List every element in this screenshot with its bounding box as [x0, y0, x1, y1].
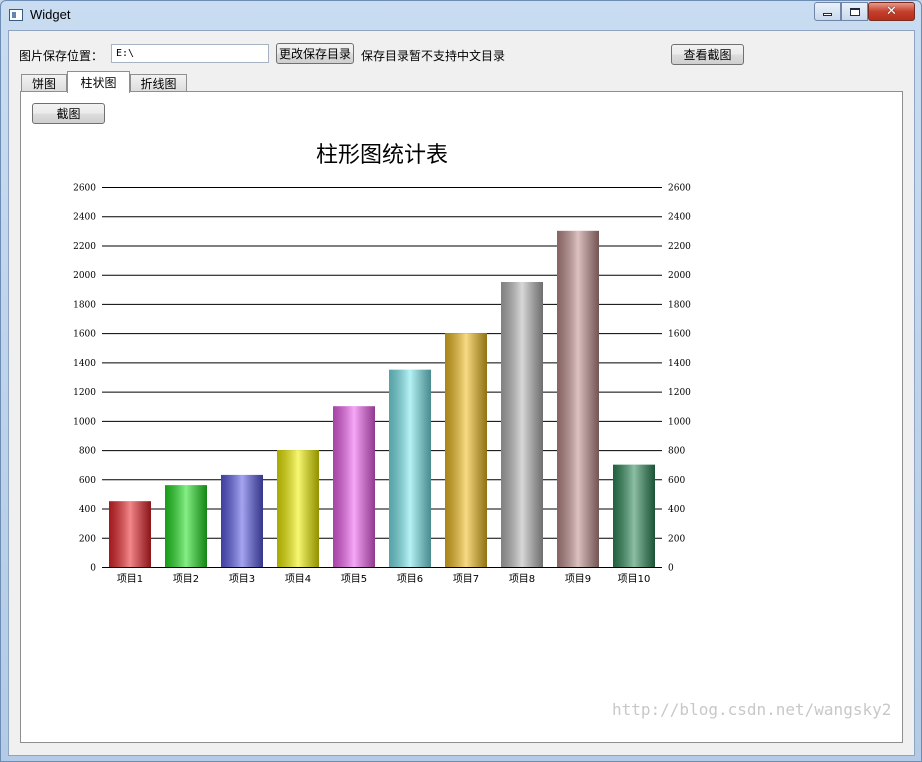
y-tick-label-right: 800 [668, 447, 685, 457]
y-tick-label-left: 1000 [73, 417, 96, 427]
y-tick-label-left: 400 [79, 505, 96, 515]
close-icon: ✕ [886, 4, 897, 19]
x-tick-label: 项目6 [397, 573, 423, 585]
save-path-label: 图片保存位置： [19, 49, 104, 63]
x-tick-label: 项目1 [117, 573, 143, 585]
y-tick-label-left: 0 [90, 564, 96, 574]
bar-shading [109, 501, 151, 567]
y-tick-label-right: 2000 [668, 271, 691, 281]
y-tick-label-left: 600 [79, 476, 96, 486]
x-tick-label: 项目8 [509, 573, 535, 585]
bar-shading [557, 230, 599, 567]
y-tick-label-left: 2400 [73, 213, 96, 223]
client-area: 图片保存位置： E:\ 更改保存目录 保存目录暂不支持中文目录 查看截图 饼图 … [8, 30, 915, 756]
y-tick-label-right: 2200 [668, 242, 691, 252]
bar-shading [277, 450, 319, 567]
watermark: http://blog.csdn.net/wangsky2 [612, 700, 892, 719]
bar-shading [165, 485, 207, 567]
y-tick-label-right: 400 [668, 505, 685, 515]
app-window: Widget ✕ 图片保存位置： E:\ 更改保存目录 保存目录暂不支持中文目录… [0, 0, 922, 762]
y-tick-label-right: 1400 [668, 359, 691, 369]
y-tick-label-left: 1800 [73, 300, 96, 310]
y-tick-label-left: 200 [79, 534, 96, 544]
save-path-input[interactable]: E:\ [111, 44, 269, 63]
x-tick-label: 项目9 [565, 573, 591, 585]
tab-line[interactable]: 折线图 [130, 74, 187, 92]
y-tick-label-left: 1400 [73, 359, 96, 369]
y-tick-label-right: 2600 [668, 184, 691, 194]
x-tick-label: 项目7 [453, 573, 479, 585]
bar-shading [501, 282, 543, 567]
y-tick-label-left: 2600 [73, 184, 96, 194]
bar-shading [389, 369, 431, 567]
y-tick-label-right: 1000 [668, 417, 691, 427]
x-tick-label: 项目4 [285, 573, 311, 585]
y-tick-label-right: 0 [668, 564, 674, 574]
y-tick-label-right: 600 [668, 476, 685, 486]
tab-pie[interactable]: 饼图 [21, 74, 67, 92]
y-tick-label-left: 2200 [73, 242, 96, 252]
view-screenshot-button[interactable]: 查看截图 [671, 44, 744, 65]
bar-chart: 柱形图统计表 0 0 200 200 400 400 600 600 800 800 1000 1000… [73, 143, 691, 585]
x-tick-label: 项目2 [173, 573, 199, 585]
y-tick-label-right: 1600 [668, 330, 691, 340]
bar-shading [445, 333, 487, 567]
tab-bar[interactable]: 柱状图 [67, 71, 130, 93]
title-bar[interactable]: Widget ✕ [1, 1, 921, 29]
x-tick-label: 项目3 [229, 573, 255, 585]
x-tick-label: 项目5 [341, 573, 367, 585]
tab-panel: 截图 柱形图统计表 0 0 200 200 400 400 600 600 800 800 1000 1… [20, 91, 903, 743]
app-icon [9, 9, 23, 21]
y-tick-label-right: 2400 [668, 213, 691, 223]
maximize-icon [849, 7, 860, 16]
y-tick-label-left: 2000 [73, 271, 96, 281]
minimize-icon [823, 13, 832, 16]
y-tick-label-left: 1600 [73, 330, 96, 340]
x-tick-label: 项目10 [618, 573, 651, 585]
bar-shading [613, 464, 655, 567]
maximize-button[interactable] [841, 2, 868, 21]
chart-title: 柱形图统计表 [316, 143, 448, 168]
minimize-button[interactable] [814, 2, 841, 21]
y-tick-label-left: 1200 [73, 388, 96, 398]
bar-shading [221, 474, 263, 567]
close-button[interactable]: ✕ [868, 2, 915, 21]
y-tick-label-right: 1800 [668, 300, 691, 310]
y-tick-label-left: 800 [79, 447, 96, 457]
window-title: Widget [30, 7, 71, 22]
bar-shading [333, 406, 375, 567]
y-tick-label-right: 1200 [668, 388, 691, 398]
dir-note: 保存目录暂不支持中文目录 [361, 49, 506, 63]
change-dir-button[interactable]: 更改保存目录 [276, 43, 354, 64]
y-tick-label-right: 200 [668, 534, 685, 544]
